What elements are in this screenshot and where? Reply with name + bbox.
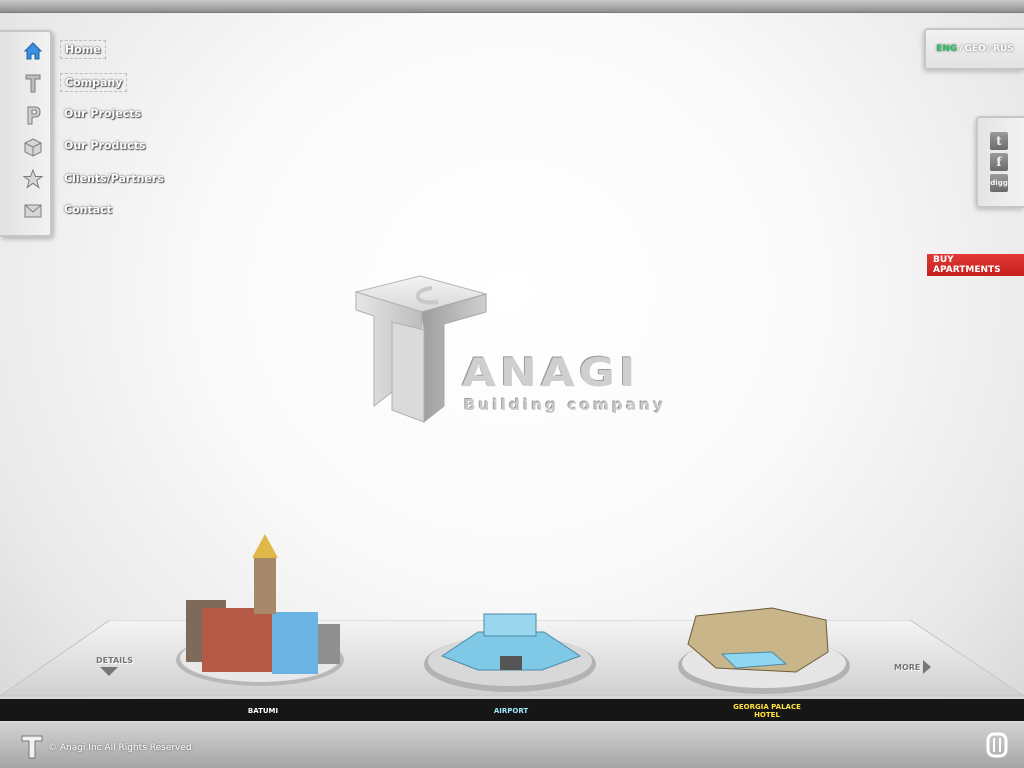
- nav-our-products[interactable]: Our Products: [60, 137, 150, 154]
- digg-icon[interactable]: digg: [990, 174, 1008, 192]
- home-icon[interactable]: [22, 40, 44, 62]
- project-georgia-palace-image[interactable]: [676, 604, 856, 699]
- details-label: DETAILS: [96, 656, 133, 665]
- star-icon[interactable]: [22, 168, 44, 190]
- buy-apartments-button[interactable]: BUY APARTMENTS: [927, 254, 1024, 276]
- facebook-icon[interactable]: f: [990, 153, 1008, 171]
- products-icon[interactable]: [22, 136, 44, 158]
- caption-georgia-palace-line2: HOTEL: [754, 711, 780, 719]
- caption-airport[interactable]: AIRPORT: [456, 707, 566, 715]
- lang-rus[interactable]: RUS: [993, 44, 1014, 54]
- anagi-logo: ANAGI Building company: [352, 272, 672, 427]
- project-airport-image[interactable]: [422, 604, 602, 699]
- lang-eng[interactable]: ENG: [936, 44, 957, 54]
- nav-company[interactable]: Company: [60, 73, 128, 92]
- top-bar: [0, 0, 1024, 13]
- footer-logo-icon: [21, 735, 43, 759]
- nav-clients-partners[interactable]: Clients/Partners: [60, 170, 168, 187]
- projects-icon[interactable]: [22, 104, 44, 126]
- envelope-icon[interactable]: [22, 200, 44, 222]
- caption-georgia-palace-line1: GEORGIA PALACE: [733, 703, 801, 711]
- social-panel: t f digg: [976, 116, 1024, 208]
- nav-home[interactable]: Home: [60, 40, 106, 59]
- footer: © Anagi.Inc All Rights Reserved: [0, 723, 1024, 768]
- language-switcher: ENG / GEO / RUS: [924, 28, 1024, 70]
- logo-subtitle: Building company: [464, 396, 667, 414]
- lang-separator: /: [987, 44, 992, 54]
- chevron-right-icon: [923, 660, 932, 674]
- developer-logo-icon[interactable]: [986, 732, 1008, 758]
- more-label: MORE: [894, 662, 921, 672]
- company-icon[interactable]: [22, 72, 44, 94]
- twitter-icon[interactable]: t: [990, 132, 1008, 150]
- caption-batumi-line1: BATUMI: [247, 707, 279, 715]
- nav-icon-panel: [0, 30, 52, 237]
- logo-word: ANAGI: [462, 350, 640, 396]
- nav-contact[interactable]: Contact: [60, 201, 116, 218]
- details-button[interactable]: DETAILS: [96, 656, 133, 676]
- nav-our-projects[interactable]: Our Projects: [60, 105, 145, 122]
- project-caption-bar: BATUMI AIRPORT GEORGIA PALACE HOTEL: [0, 697, 1024, 723]
- caption-airport-line1: AIRPORT: [493, 707, 529, 715]
- project-batumi-image[interactable]: [168, 528, 358, 698]
- caption-georgia-palace[interactable]: GEORGIA PALACE HOTEL: [712, 703, 822, 719]
- caption-batumi[interactable]: BATUMI: [208, 707, 318, 715]
- chevron-down-icon: [100, 667, 118, 676]
- more-button[interactable]: MORE: [894, 660, 932, 674]
- lang-geo[interactable]: GEO: [965, 44, 986, 54]
- lang-separator: /: [959, 44, 963, 54]
- copyright-text: © Anagi.Inc All Rights Reserved: [48, 743, 192, 753]
